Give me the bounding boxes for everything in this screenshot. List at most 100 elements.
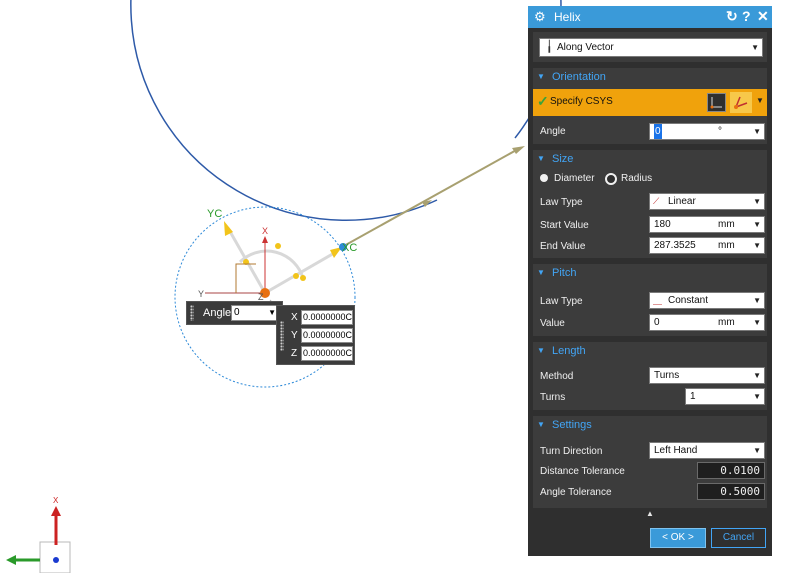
chevron-down-icon[interactable]: ▼ — [753, 315, 761, 330]
angle-widget-label: Angle — [203, 307, 232, 319]
settings-title: Settings — [552, 419, 592, 431]
specify-csys-row[interactable]: ✓ Specify CSYS ▼ — [533, 89, 767, 116]
help-icon[interactable]: ? — [742, 8, 751, 24]
turns-label: Turns — [540, 392, 566, 403]
angle-tolerance-field[interactable]: 0.5000 — [697, 483, 765, 500]
orientation-header[interactable]: ▼ Orientation — [533, 68, 767, 86]
chevron-down-icon[interactable]: ▼ — [751, 39, 759, 56]
pitch-unit: mm — [718, 317, 735, 328]
y-coordinate-field[interactable]: 0.0000000C — [301, 328, 353, 343]
angle-field[interactable]: 0 ° ▼ — [649, 123, 765, 140]
angle-onscreen-input[interactable]: Angle 0 ▼ — [186, 301, 283, 325]
angle-label: Angle — [540, 126, 566, 137]
csys-dialog-button[interactable] — [707, 93, 726, 112]
start-unit: mm — [718, 219, 735, 230]
chevron-down-icon[interactable]: ▼ — [753, 124, 761, 139]
cancel-button[interactable]: Cancel — [711, 528, 766, 548]
length-section: ▼ Length Method Turns ▼ Turns 1 ▼ — [533, 342, 767, 410]
chevron-down-icon[interactable]: ▼ — [268, 306, 276, 320]
reset-icon[interactable]: ↻ — [726, 8, 738, 25]
rotation-handle[interactable] — [275, 243, 281, 249]
length-title: Length — [552, 345, 586, 357]
label-xc: XC — [342, 242, 357, 254]
distance-tolerance-field[interactable]: 0.0100 — [697, 462, 765, 479]
helix-dialog: ⚙ Helix ↻ ? ✕ ╽ Along Vector ▼ ▼ Orienta… — [528, 6, 772, 556]
chevron-down-icon[interactable]: ▼ — [753, 194, 761, 209]
pitch-section: ▼ Pitch Law Type ⎽ Constant ▼ Value 0 mm… — [533, 264, 767, 336]
radius-radio[interactable] — [605, 173, 617, 185]
chevron-down-icon[interactable]: ▼ — [756, 96, 764, 105]
size-title: Size — [552, 153, 574, 165]
collapse-icon[interactable]: ▼ — [537, 420, 545, 429]
type-section: ╽ Along Vector ▼ — [533, 32, 767, 62]
length-header[interactable]: ▼ Length — [533, 342, 767, 360]
pitch-header[interactable]: ▼ Pitch — [533, 264, 767, 282]
end-value-label: End Value — [540, 241, 586, 252]
triad-y-arrow — [6, 555, 16, 565]
pitch-value-field[interactable]: 0 mm ▼ — [649, 314, 765, 331]
close-icon[interactable]: ✕ — [757, 8, 769, 25]
settings-section: ▼ Settings Turn Direction Left Hand ▼ Di… — [533, 416, 767, 508]
chevron-down-icon[interactable]: ▼ — [753, 389, 761, 404]
settings-header[interactable]: ▼ Settings — [533, 416, 767, 434]
vector-arrowhead[interactable] — [512, 146, 525, 154]
turns-field[interactable]: 1 ▼ — [685, 388, 765, 405]
csys-dialog-icon — [710, 97, 722, 109]
pitch-law-type-label: Law Type — [540, 296, 583, 307]
check-icon: ✓ — [537, 93, 549, 109]
x-coordinate-row: X 0.0000000C — [291, 310, 355, 326]
type-dropdown[interactable]: ╽ Along Vector ▼ — [539, 38, 763, 57]
start-value-field[interactable]: 180 mm ▼ — [649, 216, 765, 233]
angle-widget-field[interactable]: 0 ▼ — [231, 305, 279, 321]
pitch-value: 0 — [654, 317, 660, 328]
radius-label: Radius — [621, 173, 653, 184]
collapse-icon[interactable]: ▼ — [537, 72, 545, 81]
drag-grip[interactable] — [280, 321, 284, 351]
axis-handle-xc[interactable] — [293, 273, 299, 279]
turn-direction-value: Left Hand — [654, 445, 698, 456]
collapse-icon[interactable]: ▼ — [537, 268, 545, 277]
size-law-type-dropdown[interactable]: ⟋ Linear ▼ — [649, 193, 765, 210]
x-coordinate-field[interactable]: 0.0000000C — [301, 310, 353, 325]
rotation-handle-2[interactable] — [300, 275, 306, 281]
drag-grip[interactable] — [190, 305, 194, 321]
y-coordinate-row: Y 0.0000000C — [291, 328, 355, 344]
csys-x-arrow — [262, 236, 268, 243]
pitch-law-type-value: Constant — [668, 295, 709, 306]
angle-unit: ° — [718, 126, 722, 137]
chevron-down-icon[interactable]: ▼ — [753, 368, 761, 383]
dialog-titlebar[interactable]: ⚙ Helix ↻ ? ✕ — [528, 6, 772, 28]
point-onscreen-input[interactable]: X 0.0000000C Y 0.0000000C Z 0.0000000C — [276, 305, 355, 365]
pitch-law-type-dropdown[interactable]: ⎽ Constant ▼ — [649, 292, 765, 309]
chevron-down-icon[interactable]: ▼ — [753, 443, 761, 458]
end-value: 287.3525 — [654, 240, 696, 251]
angle-tolerance-label: Angle Tolerance — [540, 487, 612, 498]
label-y: Y — [198, 289, 204, 299]
end-value-field[interactable]: 287.3525 mm ▼ — [649, 237, 765, 254]
z-coordinate-field[interactable]: 0.0000000C — [301, 346, 353, 361]
turn-direction-dropdown[interactable]: Left Hand ▼ — [649, 442, 765, 459]
chevron-down-icon[interactable]: ▼ — [753, 217, 761, 232]
csys-type-button[interactable] — [730, 92, 752, 113]
gear-icon: ⚙ — [534, 9, 546, 24]
x-coordinate-label: X — [291, 312, 298, 323]
chevron-down-icon[interactable]: ▼ — [753, 293, 761, 308]
ok-button[interactable]: < OK > — [650, 528, 706, 548]
size-header[interactable]: ▼ Size — [533, 150, 767, 168]
collapse-icon[interactable]: ▼ — [537, 346, 545, 355]
method-dropdown[interactable]: Turns ▼ — [649, 367, 765, 384]
turns-value: 1 — [690, 391, 696, 402]
size-section: ▼ Size Diameter Radius Law Type ⟋ Linear… — [533, 150, 767, 258]
collapse-icon[interactable]: ▼ — [537, 154, 545, 163]
expand-more-icon[interactable]: ▲ — [646, 509, 654, 518]
pitch-title: Pitch — [552, 267, 577, 279]
triad-x-label: X — [53, 496, 59, 505]
helix-curve[interactable] — [130, 0, 562, 222]
method-label: Method — [540, 371, 574, 382]
size-law-type-value: Linear — [668, 196, 696, 207]
diameter-radio[interactable] — [540, 174, 548, 182]
chevron-down-icon[interactable]: ▼ — [753, 238, 761, 253]
dialog-title: Helix — [554, 10, 581, 24]
vector-line[interactable] — [341, 147, 521, 248]
start-value: 180 — [654, 219, 671, 230]
